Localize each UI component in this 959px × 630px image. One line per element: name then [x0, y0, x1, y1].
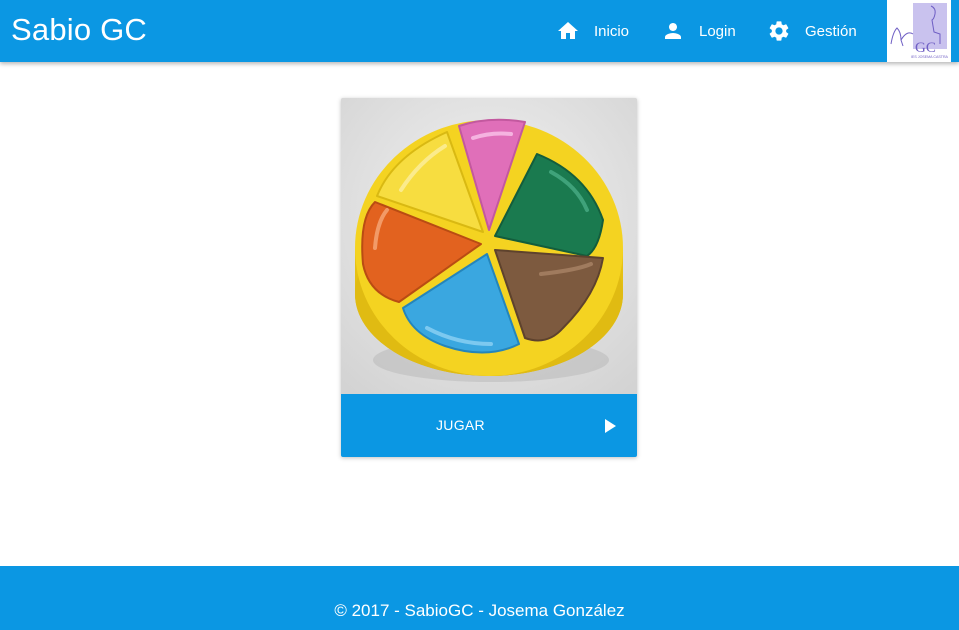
school-logo[interactable]: GC IES JOSEMA CASTRA — [887, 0, 951, 62]
jugar-button-label: JUGAR — [436, 417, 485, 433]
home-icon — [556, 19, 580, 43]
logo-letters: GC — [915, 40, 936, 56]
nav-item-gestion[interactable]: Gestión — [767, 0, 857, 62]
gear-icon — [767, 19, 791, 43]
nav-item-inicio[interactable]: Inicio — [556, 0, 629, 62]
person-icon — [661, 19, 685, 43]
nav-item-label: Inicio — [594, 22, 630, 40]
play-arrow-icon — [597, 414, 621, 438]
top-app-bar: Sabio GC Inicio Login Gestión GC IES JOS… — [0, 0, 959, 62]
game-card: JUGAR — [341, 98, 637, 457]
trivial-pie-image — [341, 98, 637, 394]
app-title[interactable]: Sabio GC — [11, 10, 147, 50]
jugar-button[interactable]: JUGAR — [341, 394, 637, 457]
logo-caption: IES JOSEMA CASTRA — [911, 55, 949, 59]
page: Sabio GC Inicio Login Gestión GC IES JOS… — [0, 0, 959, 630]
logo-graphic: GC IES JOSEMA CASTRA — [887, 0, 951, 62]
footer: © 2017 - SabioGC - Josema González — [0, 566, 959, 630]
nav-item-label: Login — [699, 22, 736, 40]
footer-copyright: © 2017 - SabioGC - Josema González — [334, 601, 625, 620]
nav-item-label: Gestión — [805, 22, 857, 40]
nav-item-login[interactable]: Login — [661, 0, 736, 62]
